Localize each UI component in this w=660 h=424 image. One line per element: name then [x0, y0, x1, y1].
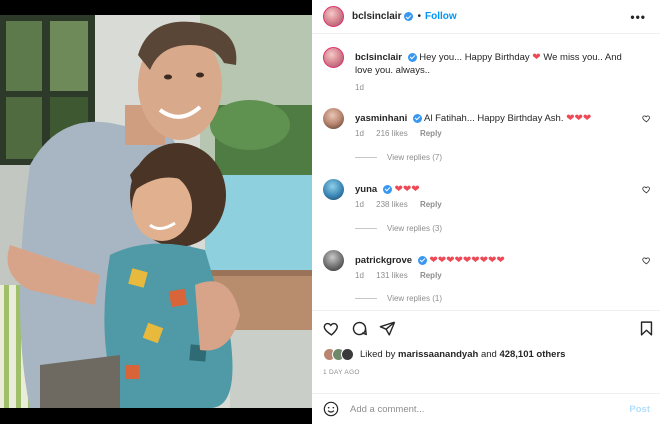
- instagram-post-window: bclsinclair • Follow ••• bclsinclair Hey…: [0, 0, 660, 424]
- view-replies-button[interactable]: View replies (1): [355, 294, 442, 303]
- like-heart-icon[interactable]: [323, 320, 340, 337]
- likes-text: Liked by marissaanandyah and 428,101 oth…: [360, 349, 565, 360]
- verified-badge-icon: [382, 184, 392, 194]
- comment-age: 1d: [355, 271, 364, 280]
- verified-badge-icon: [412, 113, 422, 123]
- view-replies-label: View replies (7): [387, 153, 442, 162]
- comment-username[interactable]: patrickgrove: [355, 255, 412, 266]
- reply-button[interactable]: Reply: [420, 129, 442, 138]
- comment-text: patrickgrove ❤❤❤❤❤❤❤❤❤: [355, 254, 625, 267]
- post-photo[interactable]: [0, 15, 312, 408]
- post-header: bclsinclair • Follow •••: [312, 0, 660, 34]
- comment-likes-count[interactable]: 238 likes: [376, 200, 408, 209]
- comment-meta: 1d 131 likes Reply: [355, 271, 452, 280]
- comment-composer: Post: [312, 393, 660, 424]
- likes-summary[interactable]: Liked by marissaanandyah and 428,101 oth…: [323, 346, 565, 362]
- reply-button[interactable]: Reply: [420, 271, 442, 280]
- post-side-panel: bclsinclair • Follow ••• bclsinclair Hey…: [312, 0, 660, 424]
- view-replies-label: View replies (3): [387, 224, 442, 233]
- post-comment-button[interactable]: Post: [629, 404, 650, 415]
- replies-divider: [355, 298, 377, 299]
- comment-avatar[interactable]: [323, 108, 344, 129]
- comment-row: patrickgrove ❤❤❤❤❤❤❤❤❤ 1d 131 likes Repl…: [323, 250, 653, 314]
- heart-emoji-icon: ❤: [532, 52, 541, 63]
- comment-row: yuna ❤❤❤ 1d 238 likes Reply View replies…: [323, 179, 653, 243]
- caption-username[interactable]: bclsinclair: [355, 52, 402, 63]
- header-separator: •: [417, 11, 421, 22]
- comment-row: yasminhani Al Fatihah... Happy Birthday …: [323, 108, 653, 172]
- comment-avatar[interactable]: [323, 179, 344, 200]
- comments-list[interactable]: bclsinclair Hey you... Happy Birthday ❤ …: [312, 34, 660, 310]
- caption-age: 1d: [355, 83, 364, 92]
- emoji-smiley-icon[interactable]: [323, 401, 339, 417]
- post-action-bar: [312, 310, 660, 344]
- caption-row: bclsinclair Hey you... Happy Birthday ❤ …: [323, 47, 653, 97]
- liked-by-user[interactable]: marissaanandyah: [398, 349, 478, 360]
- photo-man-hugging-boy: [0, 15, 312, 408]
- post-timestamp[interactable]: 1 DAY AGO: [323, 369, 360, 376]
- heart-emoji-icon: ❤❤❤❤❤❤❤❤❤: [429, 255, 505, 266]
- more-options-button[interactable]: •••: [630, 10, 646, 24]
- caption-line-1: Hey you... Happy Birthday: [419, 52, 530, 63]
- view-replies-label: View replies (1): [387, 294, 442, 303]
- liked-by-prefix: Liked by: [360, 348, 396, 360]
- liker-avatar: [341, 347, 354, 361]
- replies-divider: [355, 228, 377, 229]
- verified-badge-icon: [407, 52, 417, 62]
- author-username[interactable]: bclsinclair: [352, 11, 401, 22]
- comment-text: yuna ❤❤❤: [355, 183, 625, 196]
- caption-text: bclsinclair Hey you... Happy Birthday ❤ …: [355, 51, 625, 77]
- comment-meta: 1d 216 likes Reply: [355, 129, 452, 138]
- verified-badge-icon: [417, 255, 427, 265]
- view-replies-button[interactable]: View replies (3): [355, 224, 442, 233]
- caption-avatar[interactable]: [323, 47, 344, 68]
- liked-by-and: and: [480, 348, 497, 360]
- follow-button[interactable]: Follow: [425, 11, 457, 22]
- save-bookmark-icon[interactable]: [638, 320, 655, 337]
- comment-username[interactable]: yuna: [355, 184, 377, 195]
- view-replies-button[interactable]: View replies (7): [355, 153, 442, 162]
- heart-emoji-icon: ❤❤❤: [394, 184, 420, 195]
- comment-like-heart-icon[interactable]: [642, 114, 651, 123]
- comment-like-heart-icon[interactable]: [642, 256, 651, 265]
- heart-emoji-icon: ❤❤❤: [566, 113, 592, 124]
- comment-message: Al Fatihah... Happy Birthday Ash.: [424, 113, 564, 124]
- comment-avatar[interactable]: [323, 250, 344, 271]
- comment-like-heart-icon[interactable]: [642, 185, 651, 194]
- verified-badge-icon: [404, 12, 414, 21]
- comment-bubble-icon[interactable]: [351, 320, 368, 337]
- replies-divider: [355, 157, 377, 158]
- comment-likes-count[interactable]: 216 likes: [376, 129, 408, 138]
- comment-text: yasminhani Al Fatihah... Happy Birthday …: [355, 112, 625, 125]
- comment-likes-count[interactable]: 131 likes: [376, 271, 408, 280]
- caption-meta: 1d: [355, 83, 374, 92]
- comment-age: 1d: [355, 129, 364, 138]
- reply-button[interactable]: Reply: [420, 200, 442, 209]
- comment-input[interactable]: [350, 403, 610, 415]
- comment-username[interactable]: yasminhani: [355, 113, 407, 124]
- comment-age: 1d: [355, 200, 364, 209]
- share-paper-plane-icon[interactable]: [379, 320, 396, 337]
- comment-meta: 1d 238 likes Reply: [355, 200, 452, 209]
- liked-by-others[interactable]: 428,101 others: [499, 349, 565, 360]
- author-avatar[interactable]: [323, 6, 344, 27]
